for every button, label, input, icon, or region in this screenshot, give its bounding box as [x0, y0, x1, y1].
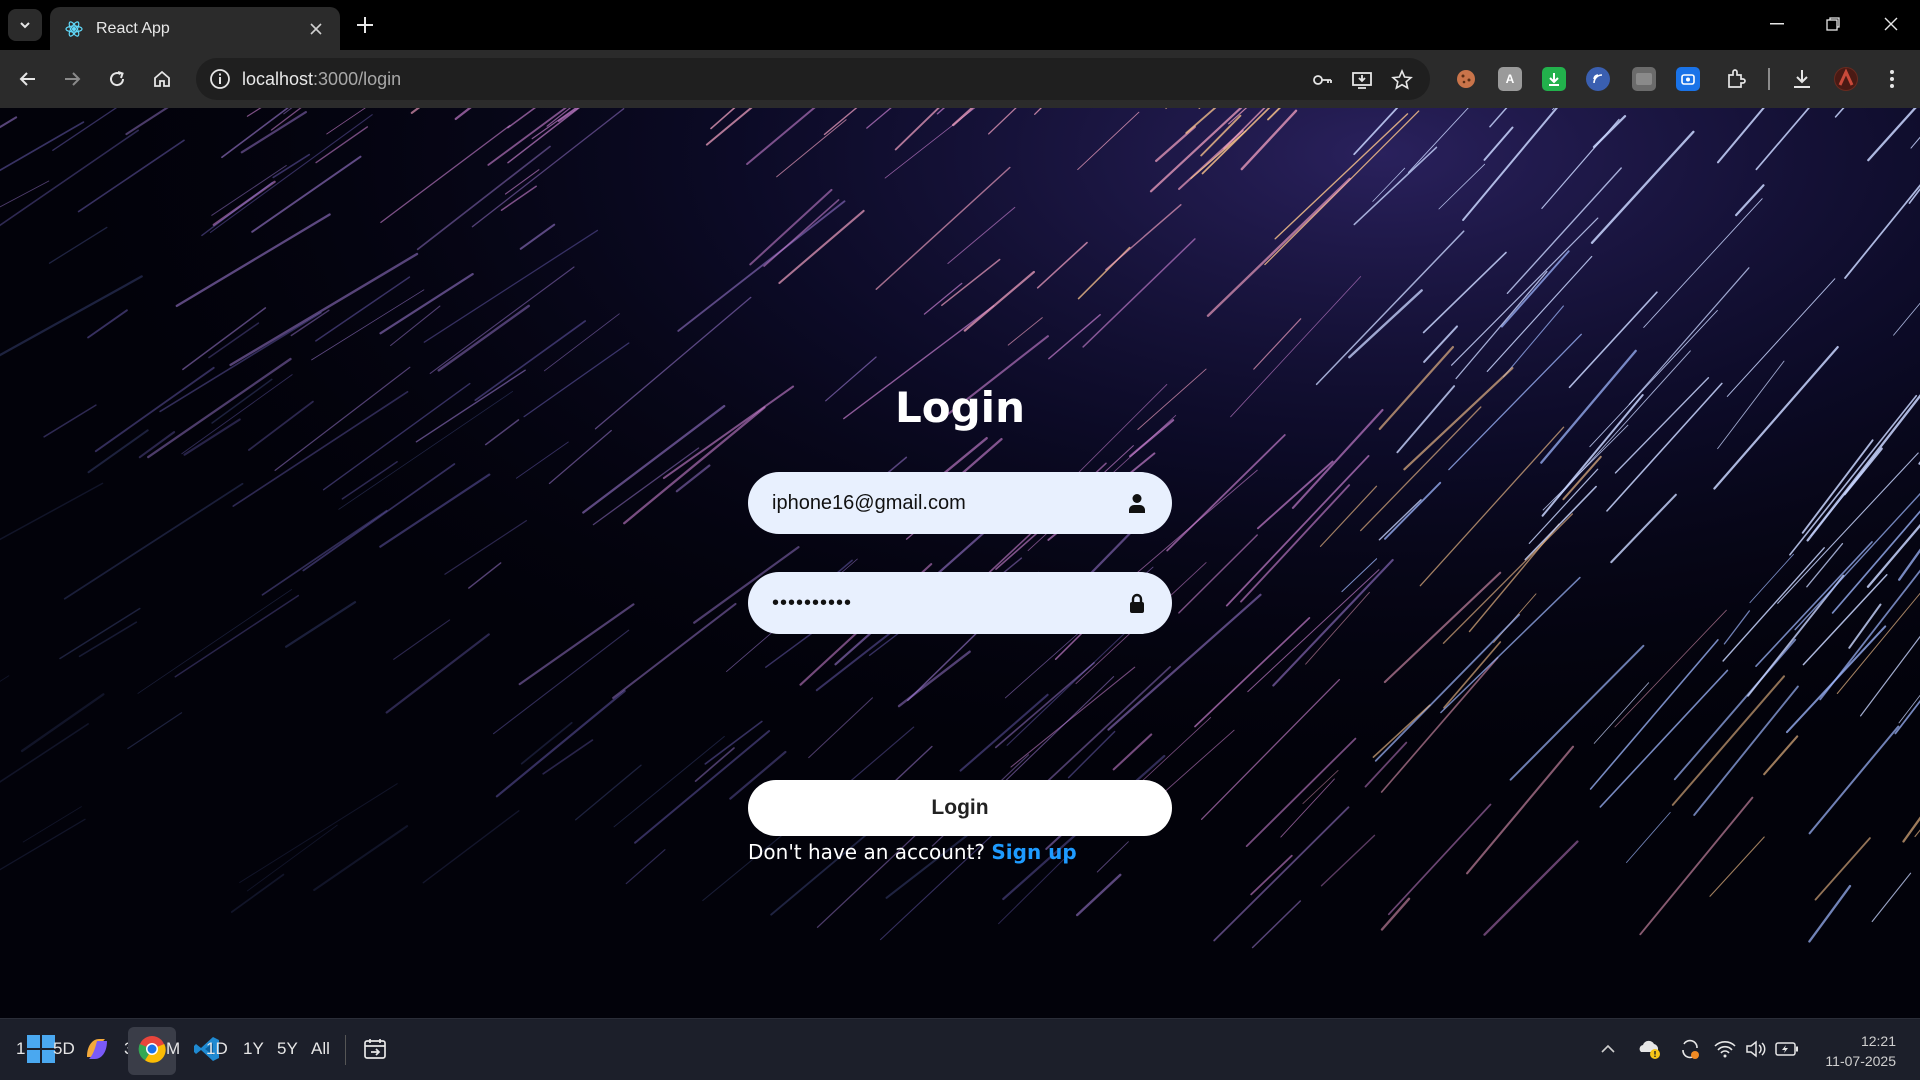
url-path: :3000/login	[313, 69, 402, 89]
sync-status-icon[interactable]	[1676, 1031, 1704, 1067]
lock-icon	[1126, 592, 1148, 614]
back-icon[interactable]	[12, 63, 44, 95]
taskbar-label-1y[interactable]: 1Y	[243, 1031, 264, 1067]
cookie-extension-icon[interactable]	[1454, 67, 1478, 91]
login-button[interactable]: Login	[748, 780, 1172, 836]
forward-icon[interactable]	[56, 63, 88, 95]
taskbar-label-5d[interactable]: 5D	[53, 1031, 75, 1067]
background-streaks-image	[0, 108, 1920, 1018]
extensions-icon[interactable]	[1724, 67, 1748, 91]
taskbar-label-1: 1	[16, 1039, 26, 1058]
toolbar-divider	[1768, 68, 1770, 90]
home-icon[interactable]	[146, 63, 178, 95]
folder-extension-icon[interactable]	[1632, 67, 1656, 91]
install-app-icon[interactable]	[1350, 68, 1374, 92]
reload-icon[interactable]	[101, 63, 133, 95]
screenshot-extension-icon[interactable]	[1676, 67, 1700, 91]
profile-avatar-icon[interactable]	[1834, 67, 1858, 91]
tab-search-icon[interactable]	[8, 9, 42, 41]
close-icon[interactable]	[306, 19, 326, 39]
audio-extension-icon[interactable]	[1586, 67, 1610, 91]
tab-title: React App	[96, 19, 170, 37]
new-tab-icon[interactable]	[352, 12, 378, 38]
password-key-icon[interactable]	[1310, 68, 1334, 92]
signup-row: Don't have an account? Sign up	[748, 840, 1077, 864]
windows-start-icon[interactable]	[26, 1031, 56, 1067]
email-field[interactable]: iphone16@gmail.com	[748, 472, 1172, 534]
page-title: Login	[895, 383, 1025, 432]
taskbar-label-5y[interactable]: 5Y	[277, 1031, 298, 1067]
restore-icon[interactable]	[1816, 10, 1850, 38]
url-host: localhost	[242, 69, 314, 89]
clock-date: 11-07-2025	[1825, 1053, 1896, 1069]
copilot-icon[interactable]	[82, 1031, 112, 1067]
email-input[interactable]: iphone16@gmail.com	[772, 492, 1126, 515]
wifi-icon[interactable]	[1713, 1031, 1737, 1067]
battery-icon[interactable]	[1774, 1031, 1800, 1067]
download-extension-icon[interactable]	[1542, 67, 1566, 91]
clock-time: 12:21	[1860, 1033, 1896, 1049]
react-favicon-icon	[65, 20, 83, 37]
translate-extension-icon[interactable]: A	[1498, 67, 1522, 91]
taskbar-label-1d[interactable]: 1D	[206, 1031, 228, 1067]
browser-toolbar: localhost:3000/login A	[0, 50, 1920, 108]
signup-link[interactable]: Sign up	[991, 840, 1076, 864]
volume-icon[interactable]	[1744, 1031, 1768, 1067]
system-clock[interactable]: 12:21 11-07-2025	[1825, 1031, 1896, 1071]
site-info-icon[interactable]	[208, 67, 232, 91]
show-hidden-icons-chevron-icon[interactable]	[1596, 1031, 1620, 1067]
url-text: localhost:3000/login	[242, 69, 401, 90]
menu-icon[interactable]	[1880, 67, 1904, 91]
window-close-icon[interactable]	[1874, 10, 1908, 38]
password-field[interactable]: ••••••••••	[748, 572, 1172, 634]
tab-react-app[interactable]: React App	[50, 7, 340, 50]
address-bar[interactable]: localhost:3000/login	[196, 58, 1430, 100]
taskbar-label-all[interactable]: All	[311, 1031, 330, 1067]
tab-strip: React App	[0, 0, 1920, 50]
minimize-icon[interactable]	[1760, 10, 1794, 38]
page-viewport: Login iphone16@gmail.com •••••••••• Logi…	[0, 108, 1920, 1018]
downloads-icon[interactable]	[1790, 67, 1814, 91]
password-input[interactable]: ••••••••••	[772, 592, 1126, 615]
signup-prompt: Don't have an account?	[748, 840, 986, 864]
bookmark-star-icon[interactable]	[1390, 68, 1414, 92]
user-icon	[1126, 492, 1148, 514]
calendar-icon[interactable]	[360, 1031, 390, 1067]
taskbar-label-m: M	[166, 1039, 181, 1058]
taskbar-divider	[345, 1035, 346, 1065]
onedrive-warning-icon[interactable]	[1636, 1031, 1664, 1067]
chrome-icon[interactable]	[137, 1031, 167, 1067]
windows-taskbar: 1 5D 3 M 1D 1Y 5Y All 12:21 11-07-2025	[0, 1018, 1920, 1080]
